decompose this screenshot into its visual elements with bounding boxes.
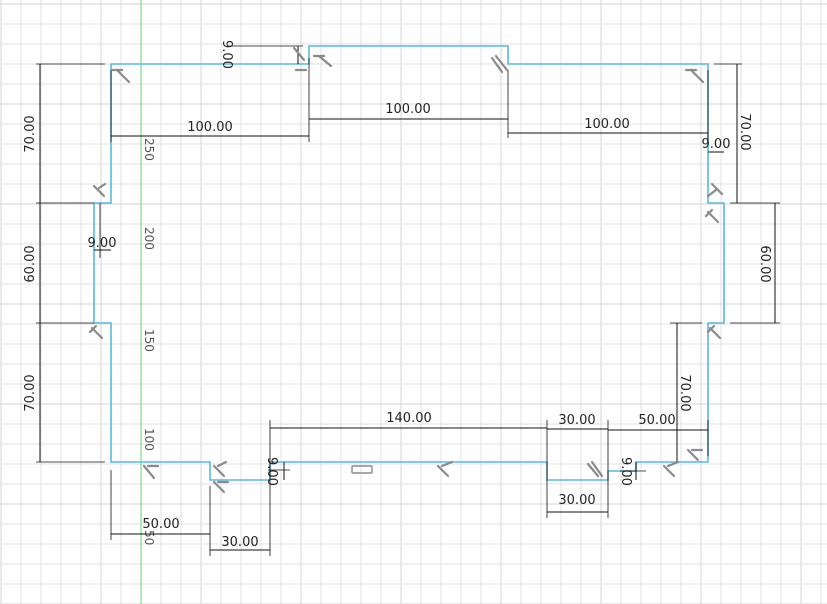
- dim-left-mid-height[interactable]: 60.00: [23, 245, 38, 282]
- ruler-label-50: 50: [142, 530, 156, 545]
- dim-right-lower-height[interactable]: 70.00: [677, 374, 692, 411]
- dim-top-right-width[interactable]: 100.00: [584, 117, 630, 132]
- dim-bottom-slot-a-depth[interactable]: 9.00: [618, 457, 633, 486]
- dim-left-lower-height[interactable]: 70.00: [23, 374, 38, 411]
- perpendicular-constraint-icon: [684, 68, 705, 84]
- perpendicular-constraint-icon: [704, 208, 720, 224]
- dim-bottom-slot-b-depth[interactable]: 9.00: [264, 457, 279, 486]
- dim-bottom-left-width[interactable]: 50.00: [142, 517, 179, 532]
- sketch-grid: [0, 0, 827, 604]
- ruler-label-150: 150: [142, 329, 156, 352]
- dim-bottom-slot-a-width[interactable]: 30.00: [558, 493, 595, 508]
- collinear-constraint-icon: [351, 465, 373, 474]
- perpendicular-constraint-icon: [292, 46, 308, 72]
- dim-right-notch-depth[interactable]: 9.00: [702, 137, 731, 152]
- perpendicular-constraint-icon: [92, 182, 107, 198]
- dim-bottom-span[interactable]: 140.00: [386, 411, 432, 426]
- perpendicular-constraint-icon: [142, 464, 160, 480]
- dim-bottom-right-width[interactable]: 50.00: [638, 413, 675, 428]
- dim-bottom-slot-b-width[interactable]: 30.00: [221, 535, 258, 550]
- dim-left-notch-depth[interactable]: 9.00: [88, 236, 117, 251]
- extension-lines: [36, 45, 780, 556]
- perpendicular-constraint-icon: [88, 324, 104, 340]
- dim-right-mid-height[interactable]: 60.00: [757, 245, 772, 282]
- dim-bottom-slot-a-offset[interactable]: 30.00: [558, 413, 595, 428]
- perpendicular-constraint-icon: [686, 448, 704, 462]
- dim-top-notch-depth[interactable]: 9.00: [219, 40, 234, 69]
- dim-right-upper-height[interactable]: 70.00: [737, 113, 752, 150]
- ruler-label-250: 250: [142, 138, 156, 161]
- ruler-label-200: 200: [142, 227, 156, 250]
- dim-top-left-width[interactable]: 100.00: [187, 120, 233, 135]
- perpendicular-constraint-icon: [706, 324, 722, 340]
- ruler-label-100: 100: [142, 428, 156, 451]
- sketch-canvas[interactable]: 250 200 150 100 50 100.00 100.00 100.00 …: [0, 0, 827, 604]
- perpendicular-constraint-icon: [706, 182, 724, 198]
- dim-top-mid-width[interactable]: 100.00: [385, 102, 431, 117]
- dim-left-upper-height[interactable]: 70.00: [23, 115, 38, 152]
